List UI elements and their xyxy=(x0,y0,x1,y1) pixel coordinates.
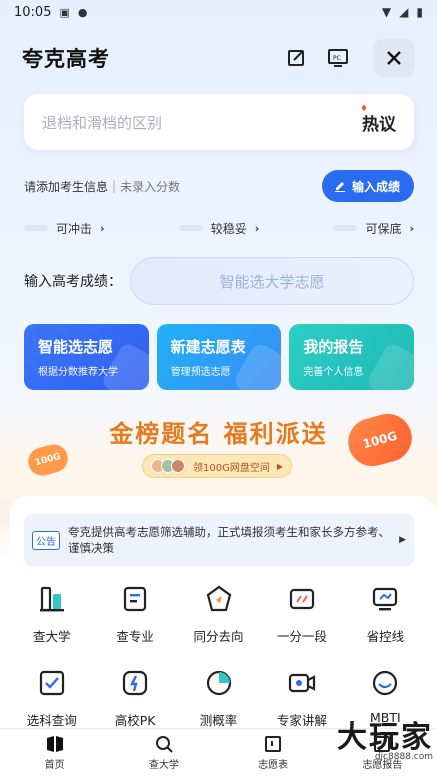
add-student-info-link[interactable]: 请添加考生信息 xyxy=(24,178,108,195)
tool-find-university[interactable]: 查大学 xyxy=(10,584,93,668)
svg-text:PC: PC xyxy=(333,55,341,62)
app-header: 夸克高考 PC xyxy=(0,38,437,78)
tools-row: 查大学 查专业 同分去向 一分一段 省控线 xyxy=(10,584,427,668)
book-icon xyxy=(120,584,150,614)
student-info-row: 请添加考生信息 | 未录入分数 输入成绩 xyxy=(24,170,414,202)
nav-label: 查大学 xyxy=(148,759,179,771)
tool-same-score[interactable]: 同分去向 xyxy=(177,584,260,668)
chevron-right-icon: › xyxy=(409,221,414,235)
pie-icon xyxy=(204,668,234,698)
nav-label: 首页 xyxy=(44,759,65,771)
edit-icon[interactable] xyxy=(285,47,307,69)
home-icon xyxy=(46,735,63,752)
tier-reach[interactable]: 可冲击 › xyxy=(24,220,154,237)
enter-score-label: 输入成绩 xyxy=(351,179,400,194)
info-separator: | xyxy=(112,179,117,193)
tier-row: 可冲击 › 较稳妥 › 可保底 › xyxy=(24,218,414,238)
tool-label: 高校PK xyxy=(114,713,156,728)
card-new-table[interactable]: 新建志愿表 管理预选志愿 xyxy=(156,324,282,390)
tier-stable[interactable]: 较稳妥 › xyxy=(154,220,284,237)
tier-placeholder-bar xyxy=(24,225,48,231)
tier-label: 可保底 xyxy=(365,221,402,236)
search-placeholder: 退档和滑档的区别 xyxy=(42,113,163,132)
tier-placeholder-bar xyxy=(333,225,358,231)
chevron-right-icon: › xyxy=(100,221,105,235)
pk-icon xyxy=(120,668,150,698)
table-icon xyxy=(265,735,282,752)
watermark-site: djc8888.com xyxy=(374,752,433,762)
tool-score-rank[interactable]: 一分一段 xyxy=(260,584,343,668)
avatar xyxy=(171,459,185,473)
announcement-bar[interactable]: 公告 夸克提供高考志愿筛选辅助，正式填报须考生和家长多方参考、谨慎决策 ▶ xyxy=(24,514,414,566)
hot-badge[interactable]: ♦ 热议 xyxy=(360,104,396,135)
tool-control-line[interactable]: 省控线 xyxy=(344,584,427,668)
tool-label: 查大学 xyxy=(32,629,71,644)
signal-icon: ◢ xyxy=(399,5,409,19)
ruler-icon xyxy=(287,584,317,614)
monitor-icon xyxy=(370,584,400,614)
tool-label: 同分去向 xyxy=(193,629,244,644)
smart-select-input[interactable]: 智能选大学志愿 xyxy=(130,257,414,305)
score-input-row: 输入高考成绩： 智能选大学志愿 xyxy=(24,257,414,305)
status-time: 10:05 xyxy=(14,4,52,20)
compass-icon xyxy=(204,584,234,614)
announcement-tag: 公告 xyxy=(32,530,60,550)
search-icon xyxy=(155,735,173,753)
tool-label: 一分一段 xyxy=(276,629,327,644)
card-my-report[interactable]: 我的报告 完善个人信息 xyxy=(289,324,415,390)
watermark: 大玩家 djc8888.com xyxy=(283,712,433,772)
chevron-right-icon: › xyxy=(254,221,260,235)
claim-storage-button[interactable]: 领100G网盘空间 ▶ xyxy=(142,454,292,478)
close-icon xyxy=(387,51,401,65)
claim-storage-label: 领100G网盘空间 xyxy=(193,462,270,474)
tool-label: 省控线 xyxy=(366,629,405,644)
nav-home[interactable]: 首页 xyxy=(0,729,109,776)
score-input-label: 输入高考成绩： xyxy=(24,274,122,290)
battery-icon: ▮ xyxy=(416,5,423,19)
tier-placeholder-bar xyxy=(178,225,203,231)
pencil-icon xyxy=(334,182,345,192)
header-actions: PC xyxy=(285,39,415,77)
promo-banner[interactable]: 金榜题名 福利派送 100G 100G 领100G网盘空间 ▶ xyxy=(0,396,437,496)
video-icon xyxy=(287,668,317,698)
tools-panel: 公告 夸克提供高考志愿筛选辅助，正式填报须考生和家长多方参考、谨慎决策 ▶ 查大… xyxy=(10,496,437,728)
search-input[interactable]: 退档和滑档的区别 ♦ 热议 xyxy=(24,94,414,150)
announcement-text: 夸克提供高考志愿筛选辅助，正式填报须考生和家长多方参考、谨慎决策 xyxy=(68,525,390,555)
status-bar: 10:05 ▣ ● ▼ ◢ ▮ xyxy=(0,0,437,24)
feature-cards: 智能选志愿 根据分数推荐大学 新建志愿表 管理预选志愿 我的报告 完善个人信息 xyxy=(24,324,415,390)
notification-icon: ▣ xyxy=(59,5,70,19)
tool-label: 测概率 xyxy=(199,713,238,728)
hot-label: 热议 xyxy=(362,114,396,135)
smart-select-placeholder: 智能选大学志愿 xyxy=(219,272,325,291)
tier-label: 可冲击 xyxy=(56,221,93,236)
no-score-text: 未录入分数 xyxy=(120,179,181,194)
check-icon xyxy=(37,668,67,698)
pc-icon[interactable]: PC xyxy=(327,47,349,69)
avatar-group xyxy=(151,459,185,473)
tool-find-major[interactable]: 查专业 xyxy=(93,584,176,668)
tier-label: 较稳妥 xyxy=(210,221,247,236)
tier-safe[interactable]: 可保底 › xyxy=(284,220,414,237)
tool-label: 查专业 xyxy=(116,629,154,644)
flame-icon: ♦ xyxy=(360,103,369,114)
tool-label: 选科查询 xyxy=(26,713,77,728)
watermark-title: 大玩家 xyxy=(337,720,433,755)
enter-score-button[interactable]: 输入成绩 xyxy=(321,170,414,202)
building-icon xyxy=(37,584,67,614)
face-icon xyxy=(370,668,400,698)
page-title: 夸克高考 xyxy=(22,47,110,71)
card-smart-select[interactable]: 智能选志愿 根据分数推荐大学 xyxy=(24,324,149,390)
play-arrow-icon: ▶ xyxy=(276,461,283,471)
play-arrow-icon: ▶ xyxy=(399,535,406,545)
wifi-icon: ▼ xyxy=(381,5,392,19)
app-icon: ● xyxy=(77,5,88,19)
nav-find-university[interactable]: 查大学 xyxy=(109,729,218,776)
close-button[interactable] xyxy=(373,39,415,77)
status-right: ▼ ◢ ▮ xyxy=(382,5,423,19)
